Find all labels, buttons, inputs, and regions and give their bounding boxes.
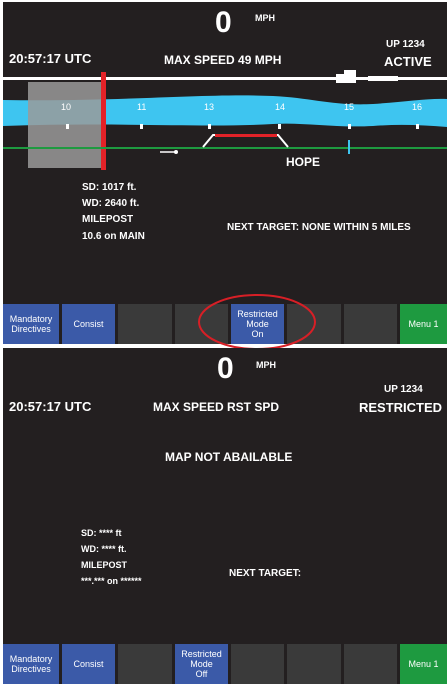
milepost-label: 16: [412, 102, 423, 112]
warning-distance: WD: 2640 ft.: [82, 198, 140, 209]
highlight-circle: [198, 294, 316, 350]
milepost-label: 11: [137, 102, 147, 112]
warning-distance: WD: **** ft.: [81, 544, 127, 554]
milepost-heading: MILEPOST: [82, 214, 134, 225]
menu-button[interactable]: Menu 1: [400, 304, 447, 344]
stop-distance: SD: 1017 ft.: [82, 182, 137, 193]
softkey-bar: Mandatory Directives Consist Restricted …: [3, 644, 447, 684]
softkey-empty[interactable]: [118, 304, 172, 344]
speed-unit: MPH: [255, 13, 275, 23]
next-target: NEXT TARGET:: [229, 568, 302, 579]
softkey-empty[interactable]: [287, 644, 341, 684]
ground-line: [3, 147, 447, 149]
milepost-label: 14: [275, 102, 286, 112]
softkey-empty[interactable]: [344, 644, 397, 684]
stop-distance: SD: **** ft: [81, 528, 122, 538]
softkey-empty[interactable]: [344, 304, 397, 344]
milepost-label: 13: [204, 102, 215, 112]
consist-button[interactable]: Consist: [62, 304, 115, 344]
target-marker: [348, 140, 350, 154]
milepost-tick: [140, 124, 143, 129]
max-speed: MAX SPEED RST SPD: [153, 400, 280, 414]
ptc-display-restricted: 0 MPH 20:57:17 UTC MAX SPEED RST SPD UP …: [3, 348, 447, 684]
track-map: [3, 70, 447, 170]
softkey-empty[interactable]: [118, 644, 172, 684]
speed-unit: MPH: [256, 360, 276, 370]
softkey-empty[interactable]: [231, 644, 284, 684]
speed-readout: 0: [217, 352, 234, 385]
mandatory-directives-button[interactable]: Mandatory Directives: [3, 304, 59, 344]
mandatory-directives-button[interactable]: Mandatory Directives: [3, 644, 59, 684]
map-unavailable-message: MAP NOT ABAILABLE: [165, 450, 293, 464]
utc-clock: 20:57:17 UTC: [9, 399, 92, 414]
mode-status: RESTRICTED: [359, 400, 443, 415]
signal-block: [368, 76, 398, 81]
milepost-tick: [66, 124, 69, 129]
consist-button[interactable]: Consist: [62, 644, 115, 684]
next-target: NEXT TARGET: NONE WITHIN 5 MILES: [227, 222, 411, 233]
signal-block-top: [344, 70, 356, 76]
milepost-tick: [278, 124, 281, 129]
station-name: HOPE: [286, 155, 321, 169]
milepost-value: 10.6 on MAIN: [82, 231, 145, 242]
menu-button[interactable]: Menu 1: [400, 644, 447, 684]
speed-readout: 0: [215, 6, 232, 39]
milepost-tick: [348, 124, 351, 129]
milepost-label: 10: [61, 102, 72, 112]
siding-occupied: [215, 134, 277, 137]
milepost-tick: [208, 124, 211, 129]
milepost-label: 15: [344, 102, 355, 112]
restricted-mode-button[interactable]: Restricted Mode Off: [175, 644, 228, 684]
milepost-value: ***.*** on ******: [81, 576, 142, 586]
train-position-marker: [101, 72, 106, 170]
locomotive-id: UP 1234: [384, 384, 423, 395]
milepost-tick: [416, 124, 419, 129]
milepost-heading: MILEPOST: [81, 560, 128, 570]
locomotive-id: UP 1234: [386, 39, 425, 50]
